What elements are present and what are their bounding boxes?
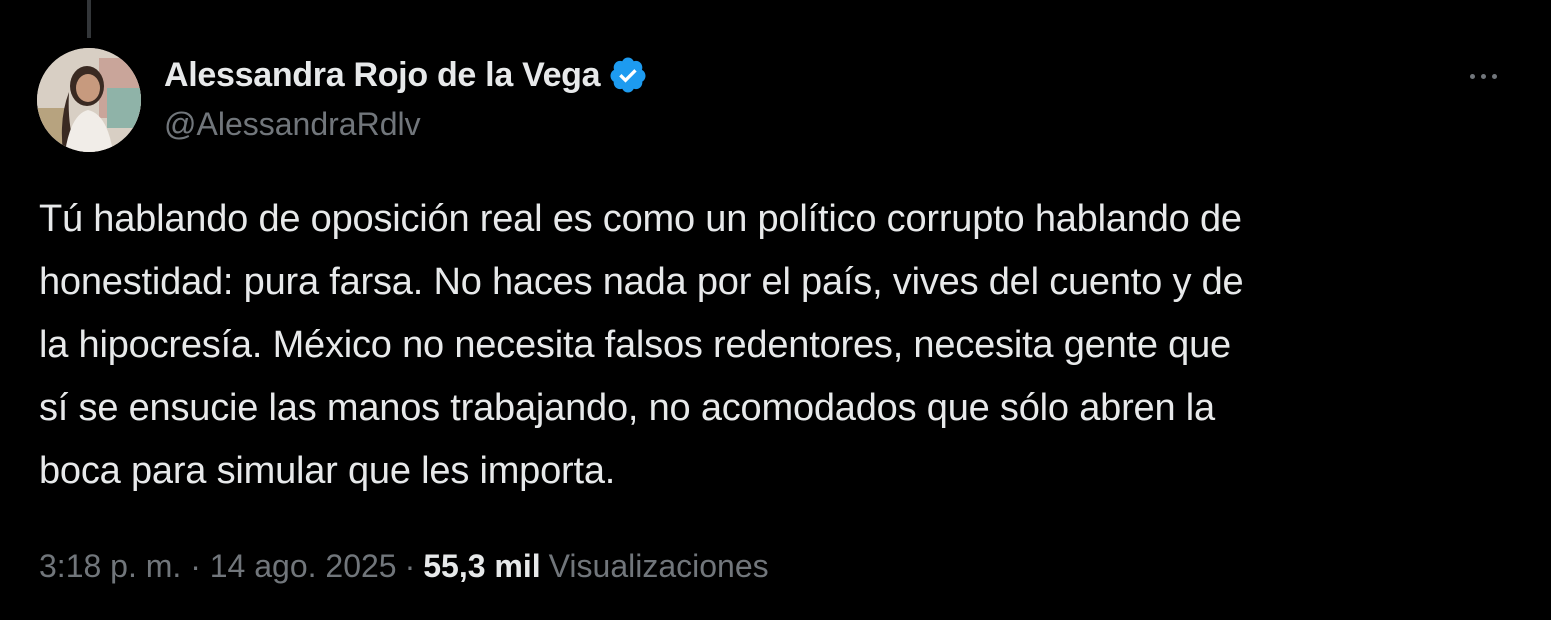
tweet-text: Tú hablando de oposición real es como un… [39,198,1244,492]
more-options-icon[interactable] [1448,56,1518,96]
meta-separator: · [404,548,416,584]
more-dot [1491,73,1497,79]
author-name-row: Alessandra Rojo de la Vega [164,50,1471,100]
tweet-header: Alessandra Rojo de la Vega @AlessandraRd… [164,50,1471,143]
thread-connector-line [87,0,91,38]
avatar-image [37,48,141,152]
verified-badge-icon [608,55,648,95]
more-dot [1480,73,1486,79]
avatar[interactable] [37,48,141,152]
author-handle[interactable]: @AlessandraRdlv [164,106,1471,143]
tweet-meta: 3:18 p. m. · 14 ago. 2025 · 55,3 mil Vis… [39,548,769,585]
tweet-timestamp[interactable]: 3:18 p. m. · 14 ago. 2025 [39,548,397,585]
views-label: Visualizaciones [548,548,769,584]
more-dot [1469,73,1475,79]
author-display-name[interactable]: Alessandra Rojo de la Vega [164,56,601,95]
views-count: 55,3 mil [423,548,541,584]
